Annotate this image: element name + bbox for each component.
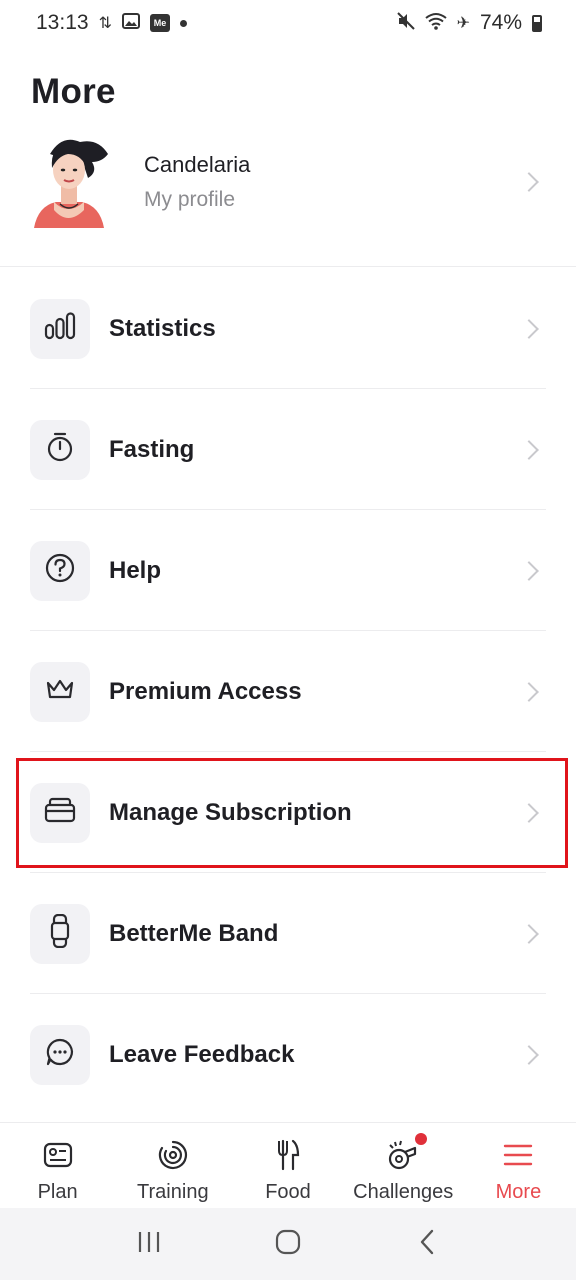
home-icon <box>275 1229 301 1260</box>
profile-name: Candelaria <box>144 152 251 177</box>
battery-percentage: 74% <box>479 11 522 34</box>
nav-label: Training <box>137 1181 209 1203</box>
whistle-icon <box>387 1133 428 1171</box>
nav-label: More <box>495 1181 542 1203</box>
nav-item-food[interactable]: Food <box>230 1123 345 1208</box>
status-bar: 13:13 ⇅ Me ✈ 74% <box>0 0 576 46</box>
avatar <box>28 132 110 232</box>
chevron-right-icon <box>519 802 539 823</box>
back-icon <box>419 1229 435 1260</box>
menu-list: Statistics Fasting Help Premium Access M… <box>0 268 576 1115</box>
divider <box>0 266 576 267</box>
mute-icon <box>396 11 415 35</box>
hamburger-menu-icon <box>502 1139 534 1171</box>
chevron-right-icon <box>519 318 539 339</box>
menu-item-premium-access[interactable]: Premium Access <box>0 631 576 752</box>
menu-item-manage-subscription[interactable]: Manage Subscription <box>0 752 576 873</box>
menu-item-label: Leave Feedback <box>109 1040 295 1068</box>
menu-item-label: Manage Subscription <box>109 798 352 826</box>
question-icon <box>45 553 75 588</box>
training-rings-icon <box>157 1139 189 1171</box>
recent-apps-button[interactable] <box>129 1224 169 1264</box>
menu-item-help[interactable]: Help <box>0 510 576 631</box>
icon-box <box>30 419 90 480</box>
crown-icon <box>45 677 75 706</box>
profile-subtitle: My profile <box>144 188 236 211</box>
card-stack-icon <box>44 797 76 828</box>
menu-item-label: Help <box>109 556 162 584</box>
status-time: 13:13 <box>36 11 89 34</box>
icon-box <box>30 903 90 964</box>
back-button[interactable] <box>407 1224 447 1264</box>
recent-apps-icon <box>137 1230 161 1259</box>
home-button[interactable] <box>268 1224 308 1264</box>
wifi-icon <box>424 12 447 35</box>
system-nav-bar <box>0 1208 576 1280</box>
chevron-right-icon <box>519 560 539 581</box>
menu-item-label: Fasting <box>109 435 195 463</box>
gallery-icon <box>121 12 140 34</box>
chevron-right-icon <box>519 681 539 702</box>
chevron-right-icon <box>519 439 539 460</box>
menu-item-betterme-band[interactable]: BetterMe Band <box>0 873 576 994</box>
nav-item-training[interactable]: Training <box>115 1123 230 1208</box>
menu-item-statistics[interactable]: Statistics <box>0 268 576 389</box>
chevron-right-icon <box>519 1044 539 1065</box>
data-transfer-icon: ⇅ <box>98 15 112 32</box>
profile-row[interactable]: Candelaria My profile <box>0 128 576 236</box>
chevron-right-icon <box>519 923 539 944</box>
fork-knife-icon <box>272 1139 304 1171</box>
bottom-nav: Plan Training Food Challenges More <box>0 1122 576 1208</box>
me-app-icon: Me <box>149 14 170 32</box>
icon-box <box>30 298 90 359</box>
profile-text: Candelaria My profile <box>144 152 522 212</box>
nav-item-challenges[interactable]: Challenges <box>346 1123 461 1208</box>
page-title: More <box>31 72 116 111</box>
nav-item-more[interactable]: More <box>461 1123 576 1208</box>
airplane-icon: ✈ <box>456 15 470 32</box>
plan-card-icon <box>42 1139 74 1171</box>
status-right: ✈ 74% <box>396 11 542 35</box>
menu-item-fasting[interactable]: Fasting <box>0 389 576 510</box>
icon-box <box>30 540 90 601</box>
stopwatch-icon <box>45 432 75 467</box>
nav-label: Challenges <box>353 1181 454 1203</box>
nav-label: Food <box>265 1181 311 1203</box>
icon-box <box>30 782 90 843</box>
menu-item-leave-feedback[interactable]: Leave Feedback <box>0 994 576 1115</box>
chat-bubble-icon <box>45 1037 75 1072</box>
menu-item-label: Statistics <box>109 314 216 342</box>
notification-badge <box>415 1133 428 1145</box>
chevron-right-icon <box>519 172 539 192</box>
nav-item-plan[interactable]: Plan <box>0 1123 115 1208</box>
status-left: 13:13 ⇅ Me <box>36 11 187 35</box>
menu-item-label: BetterMe Band <box>109 919 279 947</box>
nav-label: Plan <box>37 1181 78 1203</box>
notification-dot-icon <box>179 19 187 27</box>
fitness-band-icon <box>50 913 70 953</box>
battery-icon <box>532 14 542 32</box>
icon-box <box>30 661 90 722</box>
menu-item-label: Premium Access <box>109 677 302 705</box>
bar-chart-icon <box>44 312 76 345</box>
icon-box <box>30 1024 90 1085</box>
